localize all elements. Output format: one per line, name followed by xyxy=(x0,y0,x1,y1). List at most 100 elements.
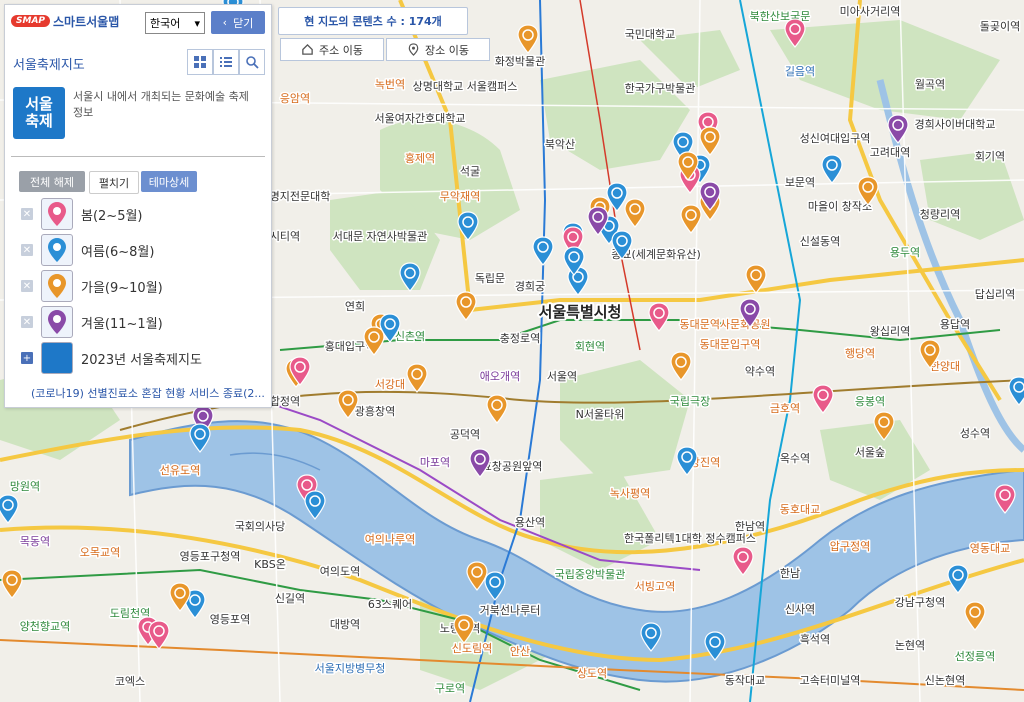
map-label: 상도역 xyxy=(577,667,607,680)
map-label: 회기역 xyxy=(975,150,1005,163)
map-label: 서대문 자연사박물관 xyxy=(333,230,428,243)
map-label: 신도림역 xyxy=(452,642,492,655)
map-label: 옥수역 xyxy=(780,452,810,465)
language-select[interactable]: 한국어 ▾ xyxy=(145,12,205,34)
map-label: 보문역 xyxy=(785,176,815,189)
map-label: 마포역 xyxy=(420,456,450,469)
list-icon xyxy=(220,57,232,67)
map-label: 국민대학교 xyxy=(625,28,676,41)
festival-icon-text-1: 서울 xyxy=(25,95,53,113)
year-layer-row[interactable]: + 2023년 서울축제지도 xyxy=(21,342,202,374)
map-label: 무악재역 xyxy=(440,190,480,203)
map-label: 망원역 xyxy=(10,480,40,493)
location-pin-icon xyxy=(408,43,419,56)
map-label: 용산역 xyxy=(515,516,545,529)
map-label: 압구정역 xyxy=(830,540,870,553)
divider xyxy=(11,156,265,157)
map-label: 녹번역 xyxy=(375,78,405,91)
spring-flower-icon xyxy=(41,198,73,230)
map-label: 동대문역사문화공원 xyxy=(679,318,770,331)
winter-snowflake-icon xyxy=(41,306,73,338)
search-icon xyxy=(246,56,259,69)
map-label: 청량리역 xyxy=(920,208,960,221)
map-label: 한국가구박물관 xyxy=(625,82,696,95)
search-button[interactable] xyxy=(239,49,265,75)
map-label: 고려대역 xyxy=(870,146,910,159)
category-row-spring[interactable]: ✕ 봄(2~5월) xyxy=(21,198,143,230)
chevron-left-icon: ‹ xyxy=(222,16,228,29)
map-label: 국회의사당 xyxy=(235,520,286,533)
map-label: 금호역 xyxy=(770,402,800,415)
map-label: 신사역 xyxy=(785,603,815,616)
app-logo[interactable]: SMAP 스마트서울맵 xyxy=(11,13,119,29)
category-label: 가을(9~10월) xyxy=(81,280,163,296)
address-move-button[interactable]: 주소 이동 xyxy=(280,38,384,61)
map-label: 서빙고역 xyxy=(635,580,675,593)
map-label: 안산 xyxy=(510,645,530,658)
expand-button[interactable]: 펼치기 xyxy=(89,171,139,194)
clear-all-button[interactable]: 전체 해제 xyxy=(19,171,85,192)
map-label: 돌곶이역 xyxy=(980,20,1020,33)
category-label: 봄(2~5월) xyxy=(81,208,143,224)
map-label: 애오개역 xyxy=(480,370,520,383)
grid-view-button[interactable] xyxy=(187,49,213,75)
category-row-summer[interactable]: ✕ 여름(6~8월) xyxy=(21,234,155,266)
grid-icon xyxy=(194,56,206,68)
map-label: 동대문입구역 xyxy=(700,338,761,351)
map-label: 논현역 xyxy=(895,639,925,652)
map-label: 고속터미널역 xyxy=(800,674,861,687)
map-label: 응봉역 xyxy=(855,395,885,408)
map-label: 석굴 xyxy=(460,165,480,178)
map-label: 공덕역 xyxy=(450,428,480,441)
map-label: 서울여자간호대학교 xyxy=(374,112,465,125)
map-label: 여의도역 xyxy=(320,565,360,578)
remove-icon[interactable]: ✕ xyxy=(21,208,33,220)
map-label: 오목교역 xyxy=(80,546,120,559)
place-move-button[interactable]: 장소 이동 xyxy=(386,38,490,61)
map-label: 독립문 xyxy=(475,272,505,285)
theme-detail-button[interactable]: 테마상세 xyxy=(141,171,197,192)
list-view-button[interactable] xyxy=(213,49,239,75)
map-label: 녹사평역 xyxy=(610,487,650,500)
map-label: 신설동역 xyxy=(800,235,840,248)
map-label: 한남 xyxy=(780,567,800,580)
map-label: 선유도역 xyxy=(160,464,200,477)
map-label: 양천향교역 xyxy=(20,619,71,633)
category-row-winter[interactable]: ✕ 겨울(11~1월) xyxy=(21,306,163,338)
map-label: 선정릉역 xyxy=(955,650,995,663)
map-label: 동작대교 xyxy=(725,674,765,687)
remove-icon[interactable]: ✕ xyxy=(21,316,33,328)
map-label: 연희 xyxy=(345,300,365,313)
map-label: 답십리역 xyxy=(975,288,1015,301)
place-move-label: 장소 이동 xyxy=(425,43,469,57)
map-label: 대방역 xyxy=(330,618,360,631)
map-label: 용두역 xyxy=(890,246,920,259)
remove-icon[interactable]: ✕ xyxy=(21,280,33,292)
close-button[interactable]: ‹ 닫기 xyxy=(211,11,265,34)
plus-icon[interactable]: + xyxy=(21,352,33,364)
address-move-label: 주소 이동 xyxy=(319,43,363,57)
panel-description: 서울시 내에서 개최되는 문화예술 축제 정보 xyxy=(73,90,249,119)
festival-map-icon: 서울 축제 xyxy=(13,87,65,139)
map-label: 시티역 xyxy=(270,230,300,243)
category-label: 여름(6~8월) xyxy=(81,244,155,260)
map-label: 동호대교 xyxy=(780,503,820,516)
map-label: 홍제역 xyxy=(405,151,435,165)
logo-text: 스마트서울맵 xyxy=(53,14,120,29)
map-label: 서울숲 xyxy=(855,446,885,459)
map-label: 국립극장 xyxy=(670,395,710,408)
map-label: 효창공원앞역 xyxy=(482,460,543,473)
notice-link[interactable]: (코로나19) 선별진료소 혼잡 현황 서비스 종료(2... xyxy=(31,385,265,401)
map-label: 서울역 xyxy=(547,370,577,383)
remove-icon[interactable]: ✕ xyxy=(21,244,33,256)
map-label: 흑석역 xyxy=(800,632,830,646)
category-row-autumn[interactable]: ✕ 가을(9~10월) xyxy=(21,270,163,302)
map-label: 약수역 xyxy=(745,364,775,378)
map-label: 영동대교 xyxy=(970,542,1010,555)
center-label: 서울특별시청 xyxy=(539,303,622,321)
map-label: 여의나루역 xyxy=(365,533,416,546)
map-label: 회현역 xyxy=(575,340,605,353)
map-label: 응암역 xyxy=(280,92,310,105)
map-label: 신촌역 xyxy=(395,330,425,343)
map-label: 국립중앙박물관 xyxy=(555,568,626,581)
